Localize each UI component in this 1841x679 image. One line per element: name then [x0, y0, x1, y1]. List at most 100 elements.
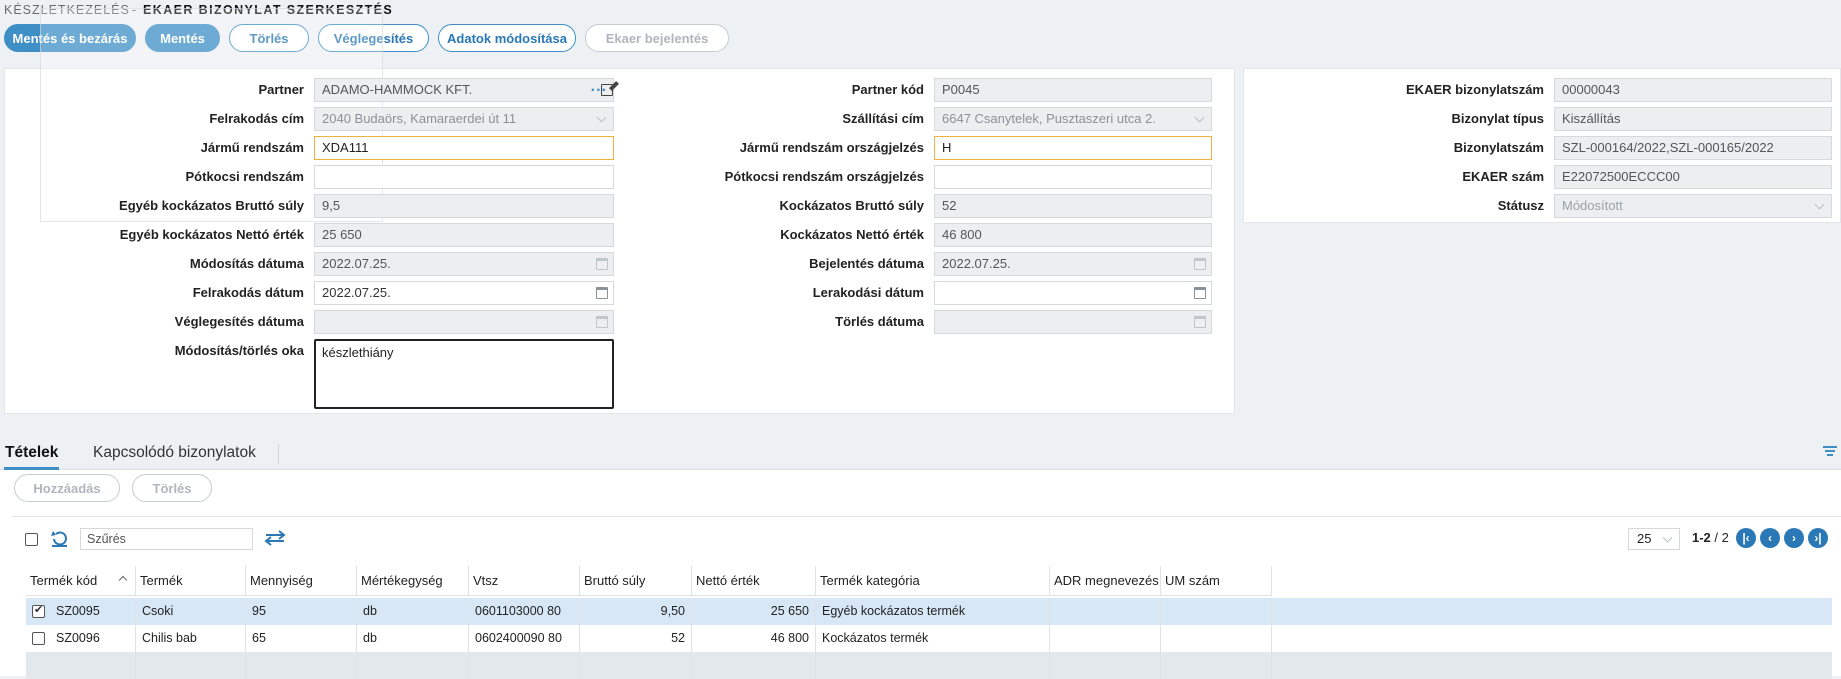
row-checkbox[interactable] — [32, 632, 45, 645]
partner-code-label: Partner kód — [851, 82, 924, 97]
status-value: Módosított — [1562, 198, 1623, 213]
pager-total: / 2 — [1714, 530, 1729, 545]
cell-empty — [357, 652, 469, 679]
grid-toolbar — [12, 516, 1841, 560]
swap-icon[interactable] — [264, 530, 286, 546]
loading-date-value: 2022.07.25. — [322, 285, 391, 300]
cell-um-number — [1161, 625, 1272, 652]
reason-label: Módosítás/törlés oka — [174, 343, 304, 358]
next-page-button[interactable]: › — [1784, 528, 1804, 548]
calendar-icon — [596, 258, 608, 270]
table-row[interactable]: SZ0095 Csoki 95 db 0601103000 80 9,50 25… — [26, 598, 1832, 625]
chevron-down-icon — [1662, 532, 1673, 543]
trailer-plate-label: Pótkocsi rendszám — [185, 169, 305, 184]
last-page-button[interactable]: ›| — [1808, 528, 1828, 548]
delivery-address-value: 6647 Csanytelek, Pusztaszeri utca 2. — [942, 111, 1156, 126]
tab-related-documents[interactable]: Kapcsolódó bizonylatok — [93, 436, 256, 470]
loading-address-select[interactable]: 2040 Budaörs, Kamaraerdei út 11 — [314, 107, 614, 131]
doc-type-field: Kiszállítás — [1554, 107, 1832, 131]
ekaer-number-label: EKAER szám — [1462, 169, 1544, 184]
loading-date-input[interactable]: 2022.07.25. — [314, 281, 614, 305]
modification-date-label: Módosítás dátuma — [189, 256, 304, 271]
table-header: Termék kód Termék Mennyiség Mértékegység… — [26, 566, 1272, 596]
cell-quantity: 65 — [246, 625, 357, 652]
other-gross-weight-field: 9,5 — [314, 194, 614, 218]
calendar-icon[interactable] — [1194, 287, 1206, 299]
cell-empty — [692, 652, 816, 679]
page-size-select[interactable]: 25 — [1628, 528, 1680, 550]
cell-product-category: Kockázatos termék — [816, 625, 1050, 652]
cell-net-value: 25 650 — [692, 598, 816, 625]
doc-number-field: SZL-000164/2022,SZL-000165/2022 — [1554, 136, 1832, 160]
tab-bar: Tételek Kapcsolódó bizonylatok — [0, 436, 1841, 470]
cell-empty — [469, 652, 580, 679]
items-toolbar: Hozzáadás Törlés — [14, 474, 212, 502]
trailer-country-input[interactable] — [934, 165, 1212, 189]
cell-gross-weight: 9,50 — [580, 598, 692, 625]
other-net-value-label: Egyéb kockázatos Nettó érték — [119, 227, 304, 242]
other-net-value-field: 25 650 — [314, 223, 614, 247]
cell-empty — [136, 652, 246, 679]
trailer-plate-input[interactable] — [314, 165, 614, 189]
report-date-field: 2022.07.25. — [934, 252, 1212, 276]
ekaer-report-button[interactable]: Ekaer bejelentés — [585, 24, 729, 52]
cell-empty — [246, 652, 357, 679]
vehicle-plate-input[interactable]: XDA111 — [314, 136, 614, 160]
col-header-product[interactable]: Termék — [136, 566, 246, 596]
status-select: Módosított — [1554, 194, 1832, 218]
chevron-down-icon — [596, 112, 607, 123]
partner-code-field: P0045 — [934, 78, 1212, 102]
col-header-adr-name[interactable]: ADR megnevezés — [1050, 566, 1161, 596]
col-header-unit[interactable]: Mértékegység — [357, 566, 469, 596]
report-date-value: 2022.07.25. — [942, 256, 1011, 271]
delivery-address-select[interactable]: 6647 Csanytelek, Pusztaszeri utca 2. — [934, 107, 1212, 131]
partner-value: ADAMO-HAMMOCK KFT. — [322, 82, 473, 97]
vehicle-plate-label: Jármű rendszám — [200, 140, 304, 155]
search-input[interactable]: Szűrés — [80, 528, 253, 550]
calendar-icon[interactable] — [596, 287, 608, 299]
edit-icon[interactable] — [601, 84, 613, 96]
loading-address-value: 2040 Budaörs, Kamaraerdei út 11 — [322, 111, 517, 126]
unloading-date-input[interactable] — [934, 281, 1212, 305]
col-header-product-category[interactable]: Termék kategória — [816, 566, 1050, 596]
delete-item-button[interactable]: Törlés — [132, 474, 212, 502]
risk-net-value-label: Kockázatos Nettó érték — [780, 227, 924, 242]
modify-data-button[interactable]: Adatok módosítása — [438, 24, 576, 52]
risk-gross-weight-field: 52 — [934, 194, 1212, 218]
refresh-icon[interactable] — [50, 530, 69, 548]
delete-date-label: Törlés dátuma — [835, 314, 924, 329]
cell-net-value: 46 800 — [692, 625, 816, 652]
reason-textarea[interactable]: készlethiány — [314, 339, 614, 409]
filter-icon[interactable] — [1823, 444, 1837, 458]
chevron-down-icon — [1194, 112, 1205, 123]
col-header-gross-weight[interactable]: Bruttó súly — [580, 566, 692, 596]
prev-page-button[interactable]: ‹ — [1760, 528, 1780, 548]
cell-vtsz: 0602400090 80 — [469, 625, 580, 652]
tab-items[interactable]: Tételek — [4, 436, 60, 470]
cell-empty — [1050, 652, 1161, 679]
col-header-net-value[interactable]: Nettó érték — [692, 566, 816, 596]
add-item-button[interactable]: Hozzáadás — [14, 474, 120, 502]
vehicle-country-input[interactable]: H — [934, 136, 1212, 160]
cell-empty — [816, 652, 1050, 679]
unloading-date-label: Lerakodási dátum — [812, 285, 924, 300]
ekaer-number-field: E22072500ECCC00 — [1554, 165, 1832, 189]
table-row-empty — [26, 652, 1832, 679]
cell-empty — [580, 652, 692, 679]
col-header-quantity[interactable]: Mennyiség — [246, 566, 357, 596]
risk-net-value-field: 46 800 — [934, 223, 1212, 247]
loading-date-label: Felrakodás dátum — [192, 285, 304, 300]
status-label: Státusz — [1497, 198, 1544, 213]
row-checkbox[interactable] — [32, 603, 45, 618]
select-all-checkbox[interactable] — [25, 533, 38, 546]
cell-quantity: 95 — [246, 598, 357, 625]
table-row[interactable]: SZ0096 Chilis bab 65 db 0602400090 80 52… — [26, 625, 1832, 652]
cell-adr-name — [1050, 598, 1161, 625]
partner-field[interactable]: ADAMO-HAMMOCK KFT. ... — [314, 78, 614, 102]
delete-date-field — [934, 310, 1212, 334]
first-page-button[interactable]: |‹ — [1736, 528, 1756, 548]
col-header-vtsz[interactable]: Vtsz — [469, 566, 580, 596]
col-header-um-number[interactable]: UM szám — [1161, 566, 1272, 596]
modification-date-value: 2022.07.25. — [322, 256, 391, 271]
cell-empty — [26, 652, 136, 679]
